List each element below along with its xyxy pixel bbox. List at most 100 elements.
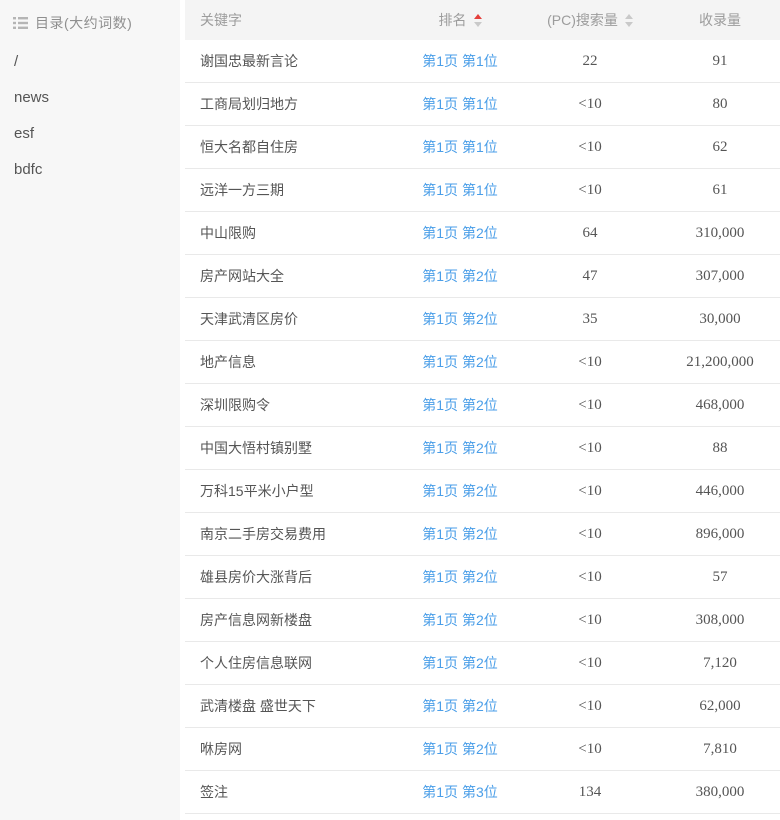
column-header-keyword: 关键字 <box>185 10 400 30</box>
index-volume-cell: 21,200,000 <box>660 354 780 371</box>
column-header-rank-label: 排名 <box>439 10 467 30</box>
sidebar-header: 目录(大约词数) <box>0 0 180 33</box>
sidebar-item-bdfc[interactable]: bdfc <box>0 152 180 188</box>
keyword-cell: 房产信息网新楼盘 <box>185 610 400 630</box>
search-volume-cell: <10 <box>520 96 660 113</box>
rank-cell: 第1页 第2位 <box>400 567 520 587</box>
rank-link[interactable]: 第1页 第1位 <box>422 53 497 69</box>
keyword-cell: 咻房网 <box>185 739 400 759</box>
index-volume-cell: 308,000 <box>660 612 780 629</box>
list-icon <box>13 17 28 29</box>
rank-cell: 第1页 第2位 <box>400 352 520 372</box>
sort-arrows-rank-icon[interactable] <box>474 14 482 27</box>
rank-link[interactable]: 第1页 第3位 <box>422 784 497 800</box>
rank-cell: 第1页 第3位 <box>400 782 520 802</box>
table-row: 南京二手房交易费用 第1页 第2位 <10 896,000 <box>185 513 780 556</box>
search-volume-cell: 35 <box>520 311 660 328</box>
rank-link[interactable]: 第1页 第1位 <box>422 96 497 112</box>
keyword-cell: 恒大名都自住房 <box>185 137 400 157</box>
rank-cell: 第1页 第1位 <box>400 51 520 71</box>
sidebar-item-news[interactable]: news <box>0 80 180 116</box>
table-row: 深圳限购令 第1页 第2位 <10 468,000 <box>185 384 780 427</box>
keyword-cell: 地产信息 <box>185 352 400 372</box>
search-volume-cell: <10 <box>520 483 660 500</box>
sidebar-item-root[interactable]: / <box>0 44 180 80</box>
rank-cell: 第1页 第2位 <box>400 610 520 630</box>
index-volume-cell: 7,810 <box>660 741 780 758</box>
table-row: 中国大悟村镇别墅 第1页 第2位 <10 88 <box>185 427 780 470</box>
table-row: 武清楼盘 盛世天下 第1页 第2位 <10 62,000 <box>185 685 780 728</box>
rank-link[interactable]: 第1页 第2位 <box>422 612 497 628</box>
sidebar-directory-list: /newsesfbdfc <box>0 44 180 188</box>
rank-link[interactable]: 第1页 第2位 <box>422 526 497 542</box>
rank-link[interactable]: 第1页 第2位 <box>422 311 497 327</box>
sort-arrows-search-icon[interactable] <box>625 14 633 27</box>
table-row: 中山限购 第1页 第2位 64 310,000 <box>185 212 780 255</box>
index-volume-cell: 91 <box>660 53 780 70</box>
search-volume-cell: <10 <box>520 526 660 543</box>
table-row: 谢国忠最新言论 第1页 第1位 22 91 <box>185 40 780 83</box>
table-header-row: 关键字 排名 (PC)搜索量 收录量 <box>185 0 780 40</box>
table-row: 万科15平米小户型 第1页 第2位 <10 446,000 <box>185 470 780 513</box>
keyword-cell: 深圳限购令 <box>185 395 400 415</box>
index-volume-cell: 62,000 <box>660 698 780 715</box>
sort-asc-icon[interactable] <box>474 14 482 19</box>
keyword-cell: 工商局划归地方 <box>185 94 400 114</box>
table-row: 远洋一方三期 第1页 第1位 <10 61 <box>185 169 780 212</box>
rank-link[interactable]: 第1页 第2位 <box>422 655 497 671</box>
table-row: 房产网站大全 第1页 第2位 47 307,000 <box>185 255 780 298</box>
sidebar: 目录(大约词数) /newsesfbdfc <box>0 0 180 820</box>
index-volume-cell: 62 <box>660 139 780 156</box>
column-header-rank[interactable]: 排名 <box>400 10 520 30</box>
keyword-cell: 签注 <box>185 782 400 802</box>
search-volume-cell: <10 <box>520 440 660 457</box>
rank-link[interactable]: 第1页 第2位 <box>422 397 497 413</box>
keyword-rank-page: 目录(大约词数) /newsesfbdfc 关键字 排名 (PC)搜索量 <box>0 0 780 820</box>
search-volume-cell: <10 <box>520 741 660 758</box>
search-volume-cell: <10 <box>520 569 660 586</box>
rank-cell: 第1页 第2位 <box>400 696 520 716</box>
rank-cell: 第1页 第2位 <box>400 481 520 501</box>
search-volume-cell: <10 <box>520 397 660 414</box>
sort-desc-icon[interactable] <box>625 22 633 27</box>
rank-link[interactable]: 第1页 第1位 <box>422 182 497 198</box>
table-row: 个人住房信息联网 第1页 第2位 <10 7,120 <box>185 642 780 685</box>
sidebar-item-esf[interactable]: esf <box>0 116 180 152</box>
rank-cell: 第1页 第2位 <box>400 653 520 673</box>
rank-link[interactable]: 第1页 第2位 <box>422 569 497 585</box>
rank-cell: 第1页 第1位 <box>400 137 520 157</box>
search-volume-cell: 22 <box>520 53 660 70</box>
keyword-cell: 万科15平米小户型 <box>185 481 400 501</box>
column-header-search[interactable]: (PC)搜索量 <box>520 10 660 30</box>
index-volume-cell: 896,000 <box>660 526 780 543</box>
table-row: 工商局划归地方 第1页 第1位 <10 80 <box>185 83 780 126</box>
rank-cell: 第1页 第1位 <box>400 180 520 200</box>
keyword-cell: 雄县房价大涨背后 <box>185 567 400 587</box>
table-row: 咻房网 第1页 第2位 <10 7,810 <box>185 728 780 771</box>
rank-link[interactable]: 第1页 第2位 <box>422 354 497 370</box>
rank-cell: 第1页 第2位 <box>400 223 520 243</box>
index-volume-cell: 88 <box>660 440 780 457</box>
search-volume-cell: <10 <box>520 655 660 672</box>
sidebar-title: 目录(大约词数) <box>35 13 132 33</box>
sort-asc-icon[interactable] <box>625 14 633 19</box>
index-volume-cell: 57 <box>660 569 780 586</box>
rank-link[interactable]: 第1页 第2位 <box>422 483 497 499</box>
search-volume-cell: <10 <box>520 698 660 715</box>
rank-cell: 第1页 第2位 <box>400 266 520 286</box>
table-row: 天津武清区房价 第1页 第2位 35 30,000 <box>185 298 780 341</box>
index-volume-cell: 61 <box>660 182 780 199</box>
rank-link[interactable]: 第1页 第2位 <box>422 741 497 757</box>
sort-desc-icon[interactable] <box>474 22 482 27</box>
rank-link[interactable]: 第1页 第2位 <box>422 698 497 714</box>
table-body: 谢国忠最新言论 第1页 第1位 22 91 工商局划归地方 第1页 第1位 <1… <box>185 40 780 814</box>
rank-link[interactable]: 第1页 第2位 <box>422 225 497 241</box>
index-volume-cell: 307,000 <box>660 268 780 285</box>
rank-link[interactable]: 第1页 第2位 <box>422 440 497 456</box>
search-volume-cell: <10 <box>520 354 660 371</box>
rank-link[interactable]: 第1页 第2位 <box>422 268 497 284</box>
search-volume-cell: <10 <box>520 182 660 199</box>
table-row: 房产信息网新楼盘 第1页 第2位 <10 308,000 <box>185 599 780 642</box>
keyword-cell: 个人住房信息联网 <box>185 653 400 673</box>
rank-link[interactable]: 第1页 第1位 <box>422 139 497 155</box>
